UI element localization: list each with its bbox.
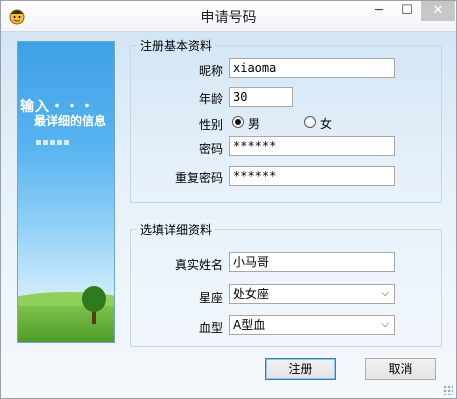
gender-male-label[interactable]: 男 (248, 115, 260, 132)
real-name-label: 真实姓名 (174, 258, 223, 272)
zodiac-select[interactable]: 处女座 ⌵ (229, 284, 395, 304)
register-button[interactable]: 注册 (265, 358, 336, 380)
blood-type-selected-value: A型血 (233, 318, 266, 332)
zodiac-selected-value: 处女座 (233, 287, 270, 301)
confirm-password-label: 重复密码 (174, 171, 223, 185)
age-input[interactable]: 30 (229, 87, 293, 107)
basic-info-legend: 注册基本资料 (140, 39, 213, 53)
maximize-button[interactable]: ☐ (394, 1, 420, 21)
close-button[interactable]: ✕ (421, 1, 455, 21)
gender-female-label[interactable]: 女 (320, 115, 332, 132)
banner-grass (18, 306, 114, 342)
gender-female-radio[interactable] (304, 116, 316, 128)
password-label: 密码 (198, 142, 223, 156)
banner-tree-icon (82, 286, 106, 312)
real-name-input[interactable]: 小马哥 (229, 252, 395, 272)
gender-male-radio[interactable] (232, 116, 244, 128)
blood-type-select[interactable]: A型血 ⌵ (229, 315, 395, 335)
nickname-label: 昵称 (198, 64, 223, 78)
register-dialog-window: 申请号码 ─ ☐ ✕ 输入・・・ 最详细的信息 注册基本资料 昵称 xiaoma… (0, 0, 457, 399)
confirm-password-input[interactable]: ****** (229, 166, 395, 186)
zodiac-label: 星座 (198, 291, 223, 305)
banner-decoration (36, 134, 71, 148)
blood-type-label: 血型 (198, 321, 223, 335)
title-bar: 申请号码 ─ ☐ ✕ (1, 1, 456, 32)
resize-grip-icon[interactable] (443, 385, 453, 395)
age-label: 年龄 (198, 92, 223, 106)
chevron-down-icon: ⌵ (381, 288, 389, 299)
detail-info-legend: 选填详细资料 (140, 223, 213, 237)
banner-text-line2: 最详细的信息 (34, 114, 107, 128)
minimize-button[interactable]: ─ (366, 1, 392, 21)
cancel-button[interactable]: 取消 (365, 358, 436, 380)
chevron-down-icon: ⌵ (381, 319, 389, 330)
password-input[interactable]: ****** (229, 136, 395, 156)
gender-label: 性别 (198, 118, 223, 132)
side-banner-image: 输入・・・ 最详细的信息 (17, 41, 115, 343)
nickname-input[interactable]: xiaoma (229, 58, 395, 78)
